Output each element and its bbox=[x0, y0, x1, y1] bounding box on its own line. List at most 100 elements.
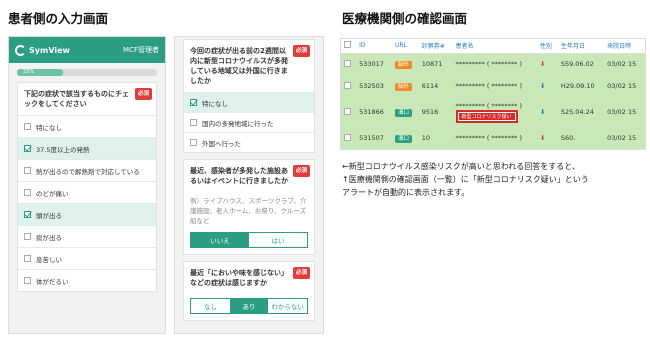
checkbox[interactable] bbox=[24, 233, 31, 240]
column-header[interactable]: 患者名 bbox=[452, 39, 537, 54]
logo-icon bbox=[15, 44, 26, 56]
column-header[interactable]: 来院日時 bbox=[604, 39, 645, 54]
travel-question: 今回の症状が出る前の2週間以内に新型コロナウイルスが多発している地域又は外国に行… bbox=[184, 40, 314, 92]
option-row[interactable]: 外国へ行った bbox=[184, 132, 314, 152]
checkbox-checked[interactable] bbox=[24, 145, 31, 152]
smell-question-text: 最近「においや味を感じない」などの症状は感じますか bbox=[190, 269, 288, 287]
patient-name: ********* ( ******** ) bbox=[455, 60, 523, 68]
female-icon: ⬇ bbox=[539, 134, 546, 142]
cell-sex: ⬇ bbox=[536, 53, 558, 76]
symptom-card: 下記の症状で該当するものにチェックをしてください 必須 特になし 37.5度以上の… bbox=[17, 82, 157, 292]
option-row[interactable]: 国内の多発地域に行った bbox=[184, 112, 314, 132]
column-header[interactable]: ID bbox=[356, 39, 392, 54]
alert-text: 新型コロナリスク疑い bbox=[458, 112, 515, 120]
option-label: 特になし bbox=[36, 123, 62, 132]
choice-button[interactable]: はい bbox=[249, 233, 307, 247]
checkbox[interactable] bbox=[24, 189, 31, 196]
option-row[interactable]: 頭が出る bbox=[18, 203, 156, 225]
cell-card-number: 10 bbox=[418, 127, 453, 149]
cell-patient-name: ********* ( ******** ) 新型コロナリスク疑い bbox=[452, 97, 537, 128]
option-label: のどが痛い bbox=[36, 189, 69, 198]
option-row[interactable]: 37.5度以上の発熱 bbox=[18, 137, 156, 159]
crowd-choice-group: いいえ はい bbox=[190, 232, 308, 248]
option-row[interactable]: 体がだるい bbox=[18, 269, 156, 291]
row-checkbox[interactable] bbox=[344, 133, 351, 141]
progress-bar: 33% bbox=[17, 69, 157, 76]
app-logo[interactable]: SymView bbox=[15, 44, 70, 56]
checkbox-checked[interactable] bbox=[190, 99, 197, 106]
row-checkbox[interactable] bbox=[344, 81, 351, 89]
column-header[interactable]: URL bbox=[391, 39, 419, 54]
select-all-checkbox[interactable] bbox=[341, 39, 357, 54]
cell-visit: 03/02 15 bbox=[604, 97, 645, 128]
checkbox-checked[interactable] bbox=[24, 211, 31, 218]
row-checkbox[interactable] bbox=[344, 107, 351, 115]
option-row[interactable]: 特になし bbox=[184, 92, 314, 112]
option-label: 外国へ行った bbox=[202, 139, 241, 148]
checkbox[interactable] bbox=[190, 119, 197, 126]
cell-sex: ⬇ bbox=[536, 127, 558, 149]
option-row[interactable]: のどが痛い bbox=[18, 181, 156, 203]
app-topbar: SymView MCF管理者 bbox=[9, 37, 165, 63]
crowd-question: 最近、感染者が多発した施設あるいはイベントに行きましたか 必須 bbox=[184, 160, 314, 192]
male-icon: ⬇ bbox=[539, 82, 546, 90]
cell-patient-name: ********* ( ******** ) bbox=[452, 53, 537, 76]
option-label: 37.5度以上の発熱 bbox=[36, 145, 90, 154]
female-icon: ⬇ bbox=[539, 60, 546, 68]
table-row[interactable]: 531507 溝口 10 ********* ( ******** ) ⬇ S60. 03/… bbox=[341, 127, 645, 149]
option-row[interactable]: 息苦しい bbox=[18, 247, 156, 269]
crowd-hint: 例）ライブハウス、スポーツクラブ、介護施設、老人ホーム、お祭り、クルーズ船など bbox=[190, 197, 307, 225]
patient-name: ********* ( ******** ) bbox=[455, 134, 523, 142]
explanation-note: ←新型コロナウイルス感染リスクが高いと思われる回答をすると、 ↑医療機関側の確認… bbox=[342, 160, 642, 199]
choice-button[interactable]: いいえ bbox=[191, 233, 249, 247]
url-badge[interactable]: 脳外 bbox=[394, 61, 412, 69]
cell-id: 531866 bbox=[356, 97, 392, 128]
male-icon: ⬇ bbox=[539, 108, 546, 116]
symptom-question-text: 下記の症状で該当するものにチェックをしてください bbox=[24, 90, 129, 108]
option-row[interactable]: 特になし bbox=[18, 115, 156, 137]
checkbox[interactable] bbox=[24, 277, 31, 284]
checkbox[interactable] bbox=[24, 167, 31, 174]
patient-name: ********* ( ******** ) bbox=[455, 101, 523, 110]
cell-id: 532503 bbox=[356, 75, 392, 98]
symptom-options: 特になし 37.5度以上の発熱熱が出るので解熱剤で対応しているのどが痛い頭が出る痰… bbox=[18, 115, 156, 291]
row-select-cell bbox=[341, 75, 357, 98]
cell-url: 溝口 bbox=[391, 127, 419, 149]
smell-question: 最近「においや味を感じない」などの症状は感じますか 必須 bbox=[184, 262, 314, 294]
table-row[interactable]: 531866 溝口 9516 ********* ( ******** ) 新型コロナリ… bbox=[341, 97, 645, 128]
column-header[interactable]: 診察券# bbox=[418, 39, 453, 54]
user-name[interactable]: MCF管理者 bbox=[123, 45, 159, 55]
travel-options: 特になし 国内の多発地域に行った外国へ行った bbox=[184, 92, 314, 152]
cell-dob: S59.06.02 bbox=[557, 53, 605, 76]
cell-patient-name: ********* ( ******** ) bbox=[452, 75, 537, 98]
url-badge[interactable]: 溝口 bbox=[394, 109, 412, 117]
smell-card: 最近「においや味を感じない」などの症状は感じますか 必須 なし あり わからない bbox=[183, 261, 315, 321]
column-header[interactable]: 性別 bbox=[536, 39, 558, 54]
column-header[interactable]: 生年月日 bbox=[557, 39, 605, 54]
choice-button[interactable]: なし bbox=[191, 299, 230, 313]
note-line-3: アラートが自動的に表示されます。 bbox=[342, 188, 470, 197]
cell-id: 531507 bbox=[356, 127, 392, 149]
checkbox[interactable] bbox=[24, 123, 31, 130]
table-row[interactable]: 533017 脳外 10871 ********* ( ******** ) ⬇ S59.… bbox=[341, 53, 645, 76]
checkbox[interactable] bbox=[24, 255, 31, 262]
cell-visit: 03/02 15 bbox=[604, 53, 645, 76]
row-select-cell bbox=[341, 97, 357, 128]
right-heading: 医療機関側の確認画面 bbox=[342, 11, 468, 26]
cell-sex: ⬇ bbox=[536, 97, 558, 128]
cell-card-number: 10871 bbox=[418, 53, 453, 76]
row-checkbox[interactable] bbox=[344, 59, 351, 67]
table-row[interactable]: 532503 脳外 6114 ********* ( ******** ) ⬇ H29.0… bbox=[341, 75, 645, 98]
option-label: 息苦しい bbox=[36, 255, 62, 264]
option-row[interactable]: 熱が出るので解熱剤で対応している bbox=[18, 159, 156, 181]
option-row[interactable]: 痰が出る bbox=[18, 225, 156, 247]
note-line-2: ↑医療機関側の確認画面（一覧）に「新型コロナリスク疑い」という bbox=[342, 175, 589, 184]
url-badge[interactable]: 溝口 bbox=[394, 135, 412, 143]
cell-dob: S60. bbox=[557, 127, 605, 149]
covid-risk-alert: 新型コロナリスク疑い bbox=[455, 109, 518, 123]
hospital-list-panel: ID URL 診察券# 患者名 性別 生年月日 来院日時 533017 脳外 10871 ****… bbox=[340, 38, 646, 150]
url-badge[interactable]: 脳外 bbox=[394, 83, 412, 91]
choice-button[interactable]: わからない bbox=[268, 299, 308, 313]
choice-button[interactable]: あり bbox=[229, 299, 269, 313]
checkbox[interactable] bbox=[190, 139, 197, 146]
